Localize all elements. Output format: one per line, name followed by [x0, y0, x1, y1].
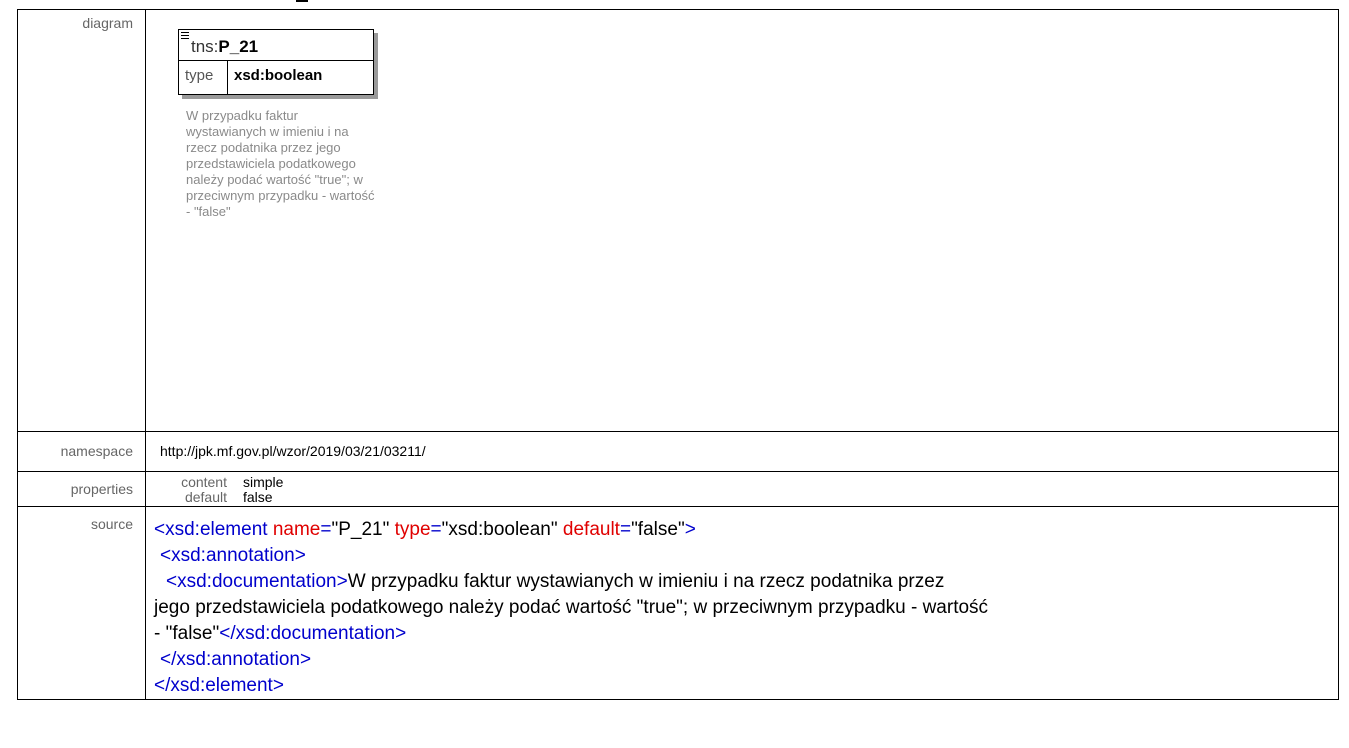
namespace-label: namespace — [17, 431, 146, 472]
property-content: content simple — [173, 475, 1338, 490]
source-line: jego przedstawiciela podatkowego należy … — [154, 597, 989, 618]
type-value: xsd:boolean — [234, 67, 323, 84]
element-diagram: tns:P_21 type xsd:boolean W przypadku fa… — [146, 10, 1338, 431]
source-line: </xsd:annotation> — [160, 649, 312, 670]
element-header: tns:P_21 — [179, 30, 373, 61]
element-box[interactable]: tns:P_21 type xsd:boolean — [178, 29, 374, 95]
namespace-value: http://jpk.mf.gov.pl/wzor/2019/03/21/032… — [145, 431, 1339, 472]
source-row: source <xsd:element name="P_21" type="xs… — [17, 506, 1339, 700]
element-prefix: tns: — [191, 37, 219, 56]
diagram-cell: tns:P_21 type xsd:boolean W przypadku fa… — [145, 9, 1339, 432]
properties-label: properties — [17, 471, 146, 507]
source-line: <xsd:documentation>W przypadku faktur wy… — [166, 571, 945, 592]
source-code: <xsd:element name="P_21" type="xsd:boole… — [146, 507, 1338, 699]
source-line: <xsd:element name="P_21" type="xsd:boole… — [154, 519, 696, 540]
property-default: default false — [173, 490, 1338, 505]
diagram-row: diagram tns:P_21 type xsd:boolean W przy… — [17, 9, 1339, 432]
type-key: type — [179, 61, 228, 95]
source-cell: <xsd:element name="P_21" type="xsd:boole… — [145, 506, 1339, 700]
source-label: source — [17, 506, 146, 700]
element-list-icon — [181, 32, 189, 40]
header-fragment — [296, 0, 308, 2]
property-value: simple — [243, 474, 284, 490]
element-local-name: P_21 — [218, 37, 259, 56]
properties-list: content simple default false — [146, 472, 1338, 505]
namespace-row: namespace http://jpk.mf.gov.pl/wzor/2019… — [17, 431, 1339, 472]
diagram-label: diagram — [17, 9, 146, 432]
schema-doc-table: diagram tns:P_21 type xsd:boolean W przy… — [17, 9, 1339, 700]
source-line: - "false"</xsd:documentation> — [154, 623, 407, 644]
properties-row: properties content simple default false — [17, 471, 1339, 507]
element-name: tns:P_21 — [191, 37, 258, 57]
element-documentation: W przypadku faktur wystawianych w imieni… — [186, 108, 375, 219]
property-value: false — [243, 489, 273, 505]
property-key: default — [184, 489, 227, 505]
source-line: </xsd:element> — [154, 675, 284, 696]
source-line: <xsd:annotation> — [160, 545, 306, 566]
properties-cell: content simple default false — [145, 471, 1339, 507]
property-key: content — [181, 474, 227, 490]
